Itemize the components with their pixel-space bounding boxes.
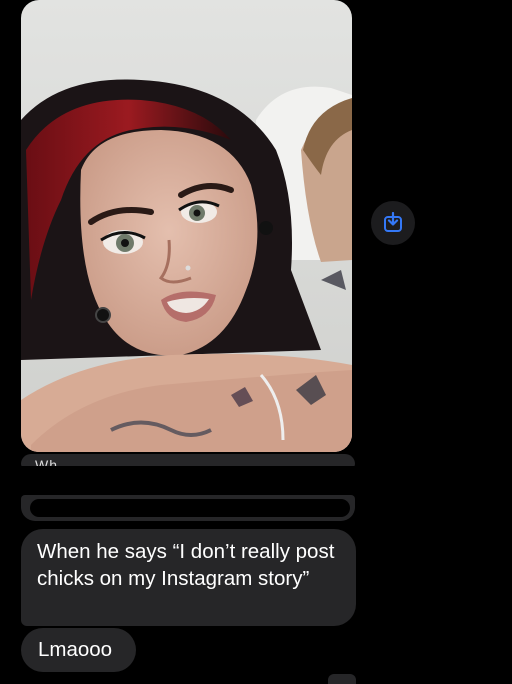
reply-text: Lmaooo bbox=[38, 638, 113, 661]
redaction-bar bbox=[21, 466, 360, 498]
photo-image bbox=[21, 0, 352, 452]
message-text: When he says “I don’t really post chicks… bbox=[37, 540, 335, 590]
next-message-peek bbox=[328, 674, 356, 684]
save-photo-button[interactable] bbox=[371, 201, 415, 245]
redaction-bar-inner bbox=[30, 499, 350, 517]
reply-bubble[interactable]: Lmaooo bbox=[21, 628, 136, 672]
download-to-photos-icon bbox=[384, 212, 402, 232]
message-bubble[interactable]: When he says “I don’t really post chicks… bbox=[21, 529, 356, 626]
shared-photo[interactable] bbox=[21, 0, 352, 452]
